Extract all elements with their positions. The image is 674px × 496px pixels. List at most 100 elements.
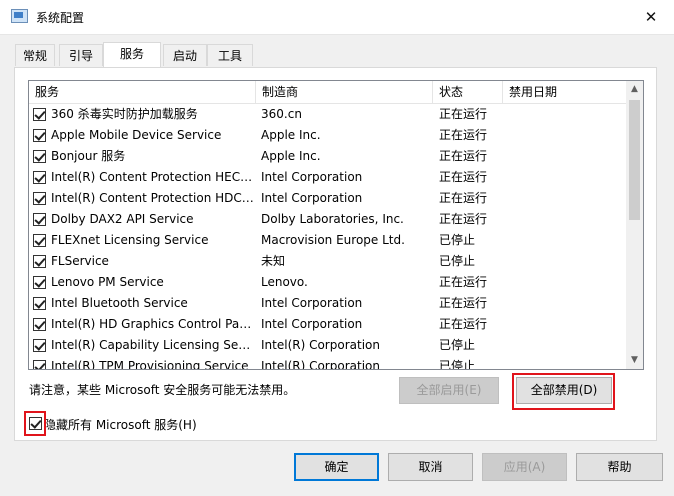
table-row[interactable]: Intel(R) HD Graphics Control Pan... Inte…	[29, 314, 626, 335]
service-checkbox[interactable]	[33, 297, 46, 310]
service-disabled-date	[509, 146, 619, 167]
table-row[interactable]: Intel(R) Capability Licensing Servi... I…	[29, 335, 626, 356]
service-disabled-date	[509, 272, 619, 293]
disable-all-button[interactable]: 全部禁用(D)	[516, 377, 612, 404]
service-status: 已停止	[439, 338, 476, 352]
table-row[interactable]: Intel(R) TPM Provisioning Service Intel(…	[29, 356, 626, 370]
service-manufacturer: Intel Corporation	[261, 296, 363, 310]
table-row[interactable]: Intel(R) Content Protection HDCP... Inte…	[29, 188, 626, 209]
service-disabled-date	[509, 335, 619, 356]
vertical-scrollbar[interactable]: ▲ ▼	[626, 81, 643, 369]
service-name: Lenovo PM Service	[51, 275, 164, 289]
tab-startup[interactable]: 启动	[163, 44, 207, 66]
security-notice: 请注意，某些 Microsoft 安全服务可能无法禁用。	[29, 383, 296, 397]
cancel-button[interactable]: 取消	[388, 453, 473, 481]
table-row[interactable]: 360 杀毒实时防护加载服务 360.cn 正在运行	[29, 104, 626, 125]
service-manufacturer: Intel(R) Corporation	[261, 359, 380, 370]
service-status: 已停止	[439, 233, 476, 247]
close-button[interactable]: ✕	[632, 3, 670, 31]
table-row[interactable]: Lenovo PM Service Lenovo. 正在运行	[29, 272, 626, 293]
service-status: 已停止	[439, 254, 476, 268]
service-manufacturer: Lenovo.	[261, 275, 308, 289]
service-checkbox[interactable]	[33, 192, 46, 205]
column-header-status[interactable]: 状态	[433, 81, 503, 103]
service-disabled-date	[509, 251, 619, 272]
table-row[interactable]: FLService 未知 已停止	[29, 251, 626, 272]
enable-all-button[interactable]: 全部启用(E)	[399, 377, 499, 404]
table-row[interactable]: Apple Mobile Device Service Apple Inc. 正…	[29, 125, 626, 146]
msconfig-app-icon	[11, 9, 28, 23]
service-status: 正在运行	[439, 275, 488, 289]
service-disabled-date	[509, 293, 619, 314]
column-header-disabled-date[interactable]: 禁用日期	[503, 81, 626, 103]
service-disabled-date	[509, 356, 619, 369]
services-listview[interactable]: 服务 制造商 状态 禁用日期 360 杀毒实时防护加载服务 360.cn 正在运…	[28, 80, 644, 370]
service-disabled-date	[509, 104, 619, 125]
service-status: 正在运行	[439, 107, 488, 121]
service-name: FLService	[51, 254, 109, 268]
service-name: Dolby DAX2 API Service	[51, 212, 194, 226]
apply-button[interactable]: 应用(A)	[482, 453, 567, 481]
service-status: 正在运行	[439, 212, 488, 226]
table-row[interactable]: Intel(R) Content Protection HECI ... Int…	[29, 167, 626, 188]
service-status: 正在运行	[439, 128, 488, 142]
service-checkbox[interactable]	[33, 150, 46, 163]
service-manufacturer: Macrovision Europe Ltd.	[261, 233, 405, 247]
hide-ms-services-checkbox[interactable]	[29, 417, 42, 430]
service-name: Intel(R) HD Graphics Control Pan...	[51, 317, 254, 331]
column-header-service[interactable]: 服务	[29, 81, 256, 103]
service-disabled-date	[509, 209, 619, 230]
service-name: Bonjour 服务	[51, 149, 126, 163]
service-disabled-date	[509, 125, 619, 146]
ok-button[interactable]: 确定	[294, 453, 379, 481]
list-header: 服务 制造商 状态 禁用日期	[29, 81, 626, 104]
service-name: 360 杀毒实时防护加载服务	[51, 107, 198, 121]
service-disabled-date	[509, 230, 619, 251]
service-rows: 360 杀毒实时防护加载服务 360.cn 正在运行 Apple Mobile …	[29, 104, 626, 370]
hide-ms-services-label[interactable]: 隐藏所有 Microsoft 服务(H)	[44, 416, 197, 433]
service-checkbox[interactable]	[33, 360, 46, 369]
window-title: 系统配置	[36, 11, 85, 25]
table-row[interactable]: Bonjour 服务 Apple Inc. 正在运行	[29, 146, 626, 167]
service-checkbox[interactable]	[33, 339, 46, 352]
help-button[interactable]: 帮助	[576, 453, 663, 481]
scroll-thumb[interactable]	[629, 100, 640, 220]
service-name: Intel(R) TPM Provisioning Service	[51, 359, 249, 370]
service-status: 正在运行	[439, 191, 488, 205]
scroll-up-icon[interactable]: ▲	[626, 81, 643, 98]
table-row[interactable]: Dolby DAX2 API Service Dolby Laboratorie…	[29, 209, 626, 230]
tab-services[interactable]: 服务	[103, 42, 161, 67]
service-checkbox[interactable]	[33, 213, 46, 226]
service-status: 正在运行	[439, 317, 488, 331]
service-checkbox[interactable]	[33, 171, 46, 184]
service-manufacturer: Apple Inc.	[261, 128, 321, 142]
service-disabled-date	[509, 314, 619, 335]
tab-general[interactable]: 常规	[15, 44, 55, 66]
scroll-down-icon[interactable]: ▼	[626, 352, 643, 369]
service-checkbox[interactable]	[33, 318, 46, 331]
service-manufacturer: Intel(R) Corporation	[261, 338, 380, 352]
service-disabled-date	[509, 167, 619, 188]
service-name: Intel(R) Content Protection HECI ...	[51, 170, 254, 184]
tab-tools[interactable]: 工具	[207, 44, 253, 66]
service-manufacturer: Dolby Laboratories, Inc.	[261, 212, 404, 226]
service-status: 正在运行	[439, 170, 488, 184]
tab-boot[interactable]: 引导	[59, 44, 103, 66]
service-status: 已停止	[439, 359, 476, 370]
service-manufacturer: Apple Inc.	[261, 149, 321, 163]
service-name: FLEXnet Licensing Service	[51, 233, 209, 247]
service-checkbox[interactable]	[33, 255, 46, 268]
table-row[interactable]: Intel Bluetooth Service Intel Corporatio…	[29, 293, 626, 314]
service-manufacturer: 未知	[261, 254, 286, 268]
title-bar: 系统配置 ✕	[0, 0, 674, 35]
service-checkbox[interactable]	[33, 108, 46, 121]
column-header-manufacturer[interactable]: 制造商	[256, 81, 433, 103]
service-checkbox[interactable]	[33, 234, 46, 247]
service-manufacturer: Intel Corporation	[261, 317, 363, 331]
service-name: Apple Mobile Device Service	[51, 128, 222, 142]
service-name: Intel(R) Capability Licensing Servi...	[51, 338, 254, 352]
service-checkbox[interactable]	[33, 129, 46, 142]
table-row[interactable]: FLEXnet Licensing Service Macrovision Eu…	[29, 230, 626, 251]
service-checkbox[interactable]	[33, 276, 46, 289]
service-name: Intel(R) Content Protection HDCP...	[51, 191, 254, 205]
